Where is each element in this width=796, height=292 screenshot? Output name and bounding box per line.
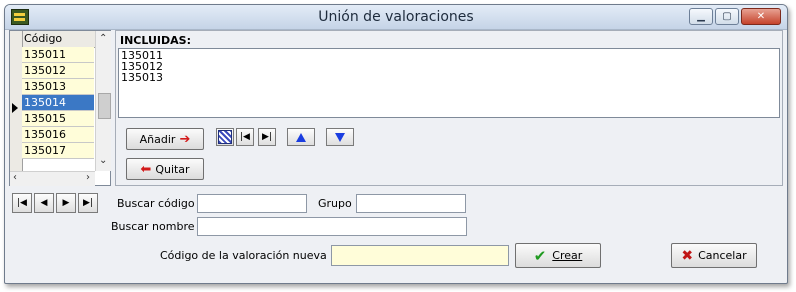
grid-row[interactable]: 135013 bbox=[22, 79, 94, 95]
grid-row[interactable]: 135016 bbox=[22, 127, 94, 143]
new-valuation-code-input[interactable] bbox=[331, 245, 509, 266]
arrow-right-icon: ➔ bbox=[179, 131, 191, 147]
vertical-scrollbar[interactable]: ⌃ ⌄ bbox=[95, 31, 111, 171]
code-grid[interactable]: Código 135011 135012 135013 135014 13501… bbox=[9, 30, 111, 186]
grid-row-selected[interactable]: 135014 bbox=[22, 95, 94, 111]
minimize-icon[interactable]: ▁ bbox=[689, 8, 713, 25]
add-button-label: Añadir bbox=[139, 132, 176, 146]
grid-row[interactable]: 135012 bbox=[22, 63, 94, 79]
new-valuation-label: Código de la valoración nueva bbox=[160, 249, 327, 262]
horizontal-scrollbar[interactable]: ‹ › bbox=[10, 171, 95, 186]
union-dialog: Unión de valoraciones ▁ ▢ ✕ Código 13501… bbox=[4, 4, 788, 284]
search-name-label: Buscar nombre bbox=[111, 220, 195, 233]
cancel-button[interactable]: ✖ Cancelar bbox=[671, 243, 757, 268]
included-list[interactable]: 135011 135012 135013 bbox=[118, 48, 780, 118]
scroll-up-icon[interactable]: ⌃ bbox=[99, 33, 107, 44]
column-header-codigo[interactable]: Código bbox=[24, 32, 62, 45]
search-code-input[interactable] bbox=[197, 194, 307, 213]
create-button[interactable]: ✔ Crear bbox=[515, 243, 601, 268]
remove-button-label: Quitar bbox=[155, 162, 190, 176]
header-indicator-cell bbox=[10, 31, 23, 47]
search-code-label: Buscar código bbox=[117, 197, 195, 210]
nav-next-icon[interactable]: ▶ bbox=[56, 193, 76, 213]
close-icon[interactable]: ✕ bbox=[741, 8, 781, 25]
add-button[interactable]: Añadir ➔ bbox=[126, 128, 204, 150]
search-name-input[interactable] bbox=[197, 217, 467, 236]
nav-first-icon[interactable]: |◀ bbox=[12, 193, 32, 213]
nav-last-icon[interactable]: ▶| bbox=[78, 193, 98, 213]
move-last-icon[interactable]: ▶| bbox=[258, 128, 276, 146]
group-input[interactable] bbox=[356, 194, 466, 213]
move-first-icon[interactable]: |◀ bbox=[236, 128, 254, 146]
move-up-icon[interactable] bbox=[287, 128, 315, 146]
move-down-icon[interactable] bbox=[326, 128, 354, 146]
scroll-thumb[interactable] bbox=[98, 93, 111, 119]
cancel-button-label: Cancelar bbox=[698, 249, 747, 262]
check-icon: ✔ bbox=[533, 246, 547, 265]
window-title: Unión de valoraciones bbox=[318, 9, 474, 25]
included-panel: INCLUIDAS: 135011 135012 135013 Añadir ➔… bbox=[115, 30, 783, 186]
grid-row[interactable]: 135015 bbox=[22, 111, 94, 127]
scroll-down-icon[interactable]: ⌄ bbox=[99, 155, 107, 166]
grid-row[interactable]: 135017 bbox=[22, 143, 94, 159]
title-bar: Unión de valoraciones ▁ ▢ ✕ bbox=[5, 5, 787, 30]
scroll-right-icon[interactable]: › bbox=[86, 172, 90, 183]
maximize-icon[interactable]: ▢ bbox=[715, 8, 739, 25]
included-item[interactable]: 135012 bbox=[121, 61, 777, 72]
included-label: INCLUIDAS: bbox=[120, 34, 191, 47]
select-all-icon[interactable] bbox=[216, 128, 234, 146]
current-row-indicator-icon bbox=[12, 103, 18, 113]
nav-prev-icon[interactable]: ◀ bbox=[34, 193, 54, 213]
group-label: Grupo bbox=[318, 197, 352, 210]
included-item[interactable]: 135013 bbox=[121, 72, 777, 83]
grid-row[interactable]: 135011 bbox=[22, 47, 94, 63]
create-button-label: Crear bbox=[552, 249, 583, 262]
remove-button[interactable]: ⬅ Quitar bbox=[126, 158, 204, 180]
included-item[interactable]: 135011 bbox=[121, 50, 777, 61]
cancel-x-icon: ✖ bbox=[681, 247, 694, 264]
scroll-left-icon[interactable]: ‹ bbox=[13, 172, 17, 183]
arrow-left-icon: ⬅ bbox=[140, 161, 152, 177]
